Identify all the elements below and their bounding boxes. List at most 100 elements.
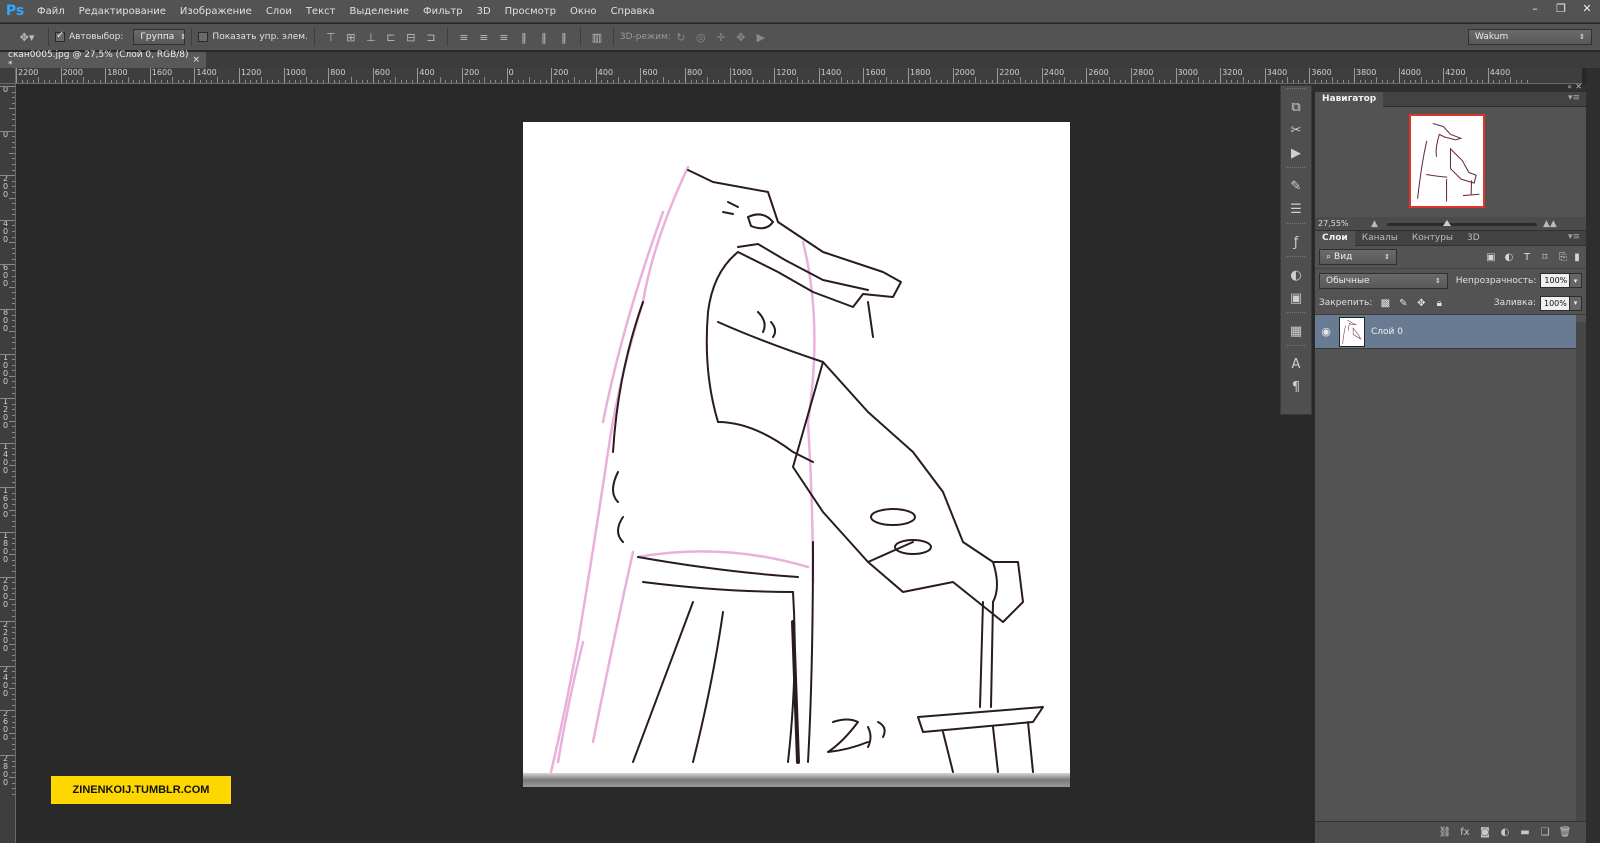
opacity-input[interactable]: 100% bbox=[1540, 273, 1571, 288]
filter-adjustment-icon[interactable]: ◐ bbox=[1500, 249, 1518, 265]
scale-3d-icon[interactable]: ▶ bbox=[753, 29, 769, 45]
menu-view[interactable]: Просмотр bbox=[498, 6, 563, 17]
align-right-icon[interactable]: ⊐ bbox=[423, 29, 439, 45]
filter-type-icon[interactable]: T bbox=[1518, 249, 1536, 265]
add-mask-icon[interactable]: ◙ bbox=[1475, 825, 1495, 841]
filter-shape-icon[interactable]: ⌑ bbox=[1536, 249, 1554, 265]
align-bottom-icon[interactable]: ⊥ bbox=[363, 29, 379, 45]
align-left-icon[interactable]: ⊏ bbox=[383, 29, 399, 45]
styles-icon[interactable]: ƒ bbox=[1281, 231, 1311, 254]
filter-pixel-icon[interactable]: ▣ bbox=[1482, 249, 1500, 265]
tool-presets-icon[interactable]: ✂ bbox=[1281, 119, 1311, 142]
panel-grip[interactable] bbox=[1287, 345, 1305, 351]
fill-input[interactable]: 100% bbox=[1540, 295, 1570, 311]
panel-grip[interactable] bbox=[1287, 167, 1305, 173]
properties-icon[interactable]: ▣ bbox=[1281, 287, 1311, 310]
align-hcenter-icon[interactable]: ⊟ bbox=[403, 29, 419, 45]
lock-position-icon[interactable]: ✥ bbox=[1413, 296, 1429, 310]
close-panels-icon[interactable]: ✕ bbox=[1575, 82, 1582, 91]
align-vcenter-icon[interactable]: ⊞ bbox=[343, 29, 359, 45]
distribute-right-icon[interactable]: ‖ bbox=[556, 29, 572, 45]
canvas-area[interactable] bbox=[17, 85, 1277, 843]
ruler-vertical[interactable]: 0 0 200 400 600 800 1000 1200 1400 1600 1800 2000 22… bbox=[0, 84, 16, 843]
auto-select-checkbox[interactable]: Автовыбор: bbox=[55, 30, 123, 42]
menu-filter[interactable]: Фильтр bbox=[416, 6, 470, 17]
menu-3d[interactable]: 3D bbox=[470, 6, 498, 17]
checkbox-checked-icon[interactable] bbox=[55, 30, 65, 42]
zoom-slider-knob[interactable] bbox=[1443, 220, 1451, 226]
menu-image[interactable]: Изображение bbox=[173, 6, 259, 17]
brush-settings-icon[interactable]: ☰ bbox=[1281, 198, 1311, 221]
tab-3d[interactable]: 3D bbox=[1460, 231, 1487, 246]
tab-layers[interactable]: Слои bbox=[1315, 230, 1355, 246]
distribute-top-icon[interactable]: ≡ bbox=[456, 29, 472, 45]
auto-select-dropdown[interactable]: Группа ⇕ bbox=[133, 29, 186, 45]
layer-filter-dropdown[interactable]: ⌕ Вид ⇕ bbox=[1319, 249, 1397, 265]
tab-navigator[interactable]: Навигатор bbox=[1315, 91, 1384, 107]
actions-icon[interactable]: ▶ bbox=[1281, 142, 1311, 165]
lock-transparent-icon[interactable]: ▩ bbox=[1377, 296, 1393, 310]
slide-3d-icon[interactable]: ✥ bbox=[733, 29, 749, 45]
menu-edit[interactable]: Редактирование bbox=[72, 6, 173, 17]
history-icon[interactable]: ⧉ bbox=[1281, 96, 1311, 119]
layer-thumbnail[interactable] bbox=[1339, 316, 1365, 347]
brush-icon[interactable]: ✎ bbox=[1281, 175, 1311, 198]
zoom-slider[interactable] bbox=[1387, 220, 1537, 226]
checkbox-unchecked-icon[interactable] bbox=[198, 32, 209, 42]
align-top-icon[interactable]: ⊤ bbox=[323, 29, 339, 45]
panel-grip[interactable] bbox=[1287, 88, 1305, 94]
lock-all-icon[interactable]: 🔒︎ bbox=[1431, 296, 1447, 310]
layer-name[interactable]: Слой 0 bbox=[1371, 327, 1403, 337]
filter-smart-icon[interactable]: ⎘ bbox=[1554, 249, 1572, 265]
filter-toggle-icon[interactable]: ▮ bbox=[1572, 249, 1582, 265]
zoom-in-icon[interactable]: ▲▲ bbox=[1543, 219, 1557, 229]
new-group-icon[interactable]: ▬ bbox=[1515, 825, 1535, 841]
panel-grip[interactable] bbox=[1287, 256, 1305, 262]
menu-help[interactable]: Справка bbox=[604, 6, 662, 17]
ruler-corner[interactable] bbox=[0, 68, 16, 84]
menu-type[interactable]: Текст bbox=[299, 6, 343, 17]
distribute-left-icon[interactable]: ‖ bbox=[516, 29, 532, 45]
rotate-3d-icon[interactable]: ↻ bbox=[673, 29, 689, 45]
panel-menu-icon[interactable]: ▾≡ bbox=[1568, 93, 1580, 103]
pan-3d-icon[interactable]: ✛ bbox=[713, 29, 729, 45]
link-layers-icon[interactable]: ⛓ bbox=[1435, 825, 1455, 841]
menu-file[interactable]: Файл bbox=[30, 6, 72, 17]
close-tab-icon[interactable]: × bbox=[192, 55, 200, 65]
distribute-vcenter-icon[interactable]: ≡ bbox=[476, 29, 492, 45]
workspace-dropdown[interactable]: Wakum ⇕ bbox=[1468, 29, 1592, 45]
eye-icon[interactable]: ◉ bbox=[1315, 325, 1337, 338]
menu-layers[interactable]: Слои bbox=[259, 6, 299, 17]
roll-3d-icon[interactable]: ◎ bbox=[693, 29, 709, 45]
panel-grip[interactable] bbox=[1287, 312, 1305, 318]
panel-menu-icon[interactable]: ▾≡ bbox=[1568, 232, 1580, 242]
distribute-hcenter-icon[interactable]: ‖ bbox=[536, 29, 552, 45]
menu-window[interactable]: Окно bbox=[563, 6, 604, 17]
fill-dropdown-icon[interactable]: ▾ bbox=[1570, 295, 1582, 311]
opacity-dropdown-icon[interactable]: ▾ bbox=[1570, 273, 1582, 288]
minimize-button[interactable]: – bbox=[1522, 0, 1548, 16]
adjustments-icon[interactable]: ◐ bbox=[1281, 264, 1311, 287]
tab-channels[interactable]: Каналы bbox=[1355, 231, 1405, 246]
tab-paths[interactable]: Контуры bbox=[1405, 231, 1460, 246]
auto-align-icon[interactable]: ▥ bbox=[589, 29, 605, 45]
menu-select[interactable]: Выделение bbox=[342, 6, 416, 17]
zoom-out-icon[interactable]: ▲ bbox=[1371, 219, 1378, 229]
character-icon[interactable]: A bbox=[1281, 353, 1311, 376]
ps-logo[interactable]: Ps bbox=[0, 0, 30, 23]
ruler-horizontal[interactable]: 2200 2000 1800 1600 1400 1200 1000 800 600 400 200… bbox=[16, 68, 1582, 84]
layer-row[interactable]: ◉ Слой 0 bbox=[1315, 315, 1576, 349]
collapse-panels-icon[interactable]: « bbox=[1567, 82, 1572, 91]
document-canvas[interactable] bbox=[523, 122, 1070, 787]
paragraph-icon[interactable]: ¶ bbox=[1281, 376, 1311, 399]
close-button[interactable]: ✕ bbox=[1574, 0, 1600, 16]
document-tab[interactable]: скан0005.jpg @ 27,5% (Слой 0, RGB/8) * × bbox=[0, 50, 206, 70]
trash-icon[interactable]: 🗑︎ bbox=[1555, 825, 1575, 841]
new-layer-icon[interactable]: ❏ bbox=[1535, 825, 1555, 841]
lock-image-icon[interactable]: ✎ bbox=[1395, 296, 1411, 310]
move-tool-icon[interactable]: ✥▾ bbox=[14, 29, 40, 45]
layers-scrollbar[interactable] bbox=[1576, 322, 1586, 822]
show-transform-checkbox[interactable]: Показать упр. элем. bbox=[198, 32, 308, 42]
navigator-preview[interactable] bbox=[1409, 114, 1485, 208]
panel-grip[interactable] bbox=[1287, 223, 1305, 229]
